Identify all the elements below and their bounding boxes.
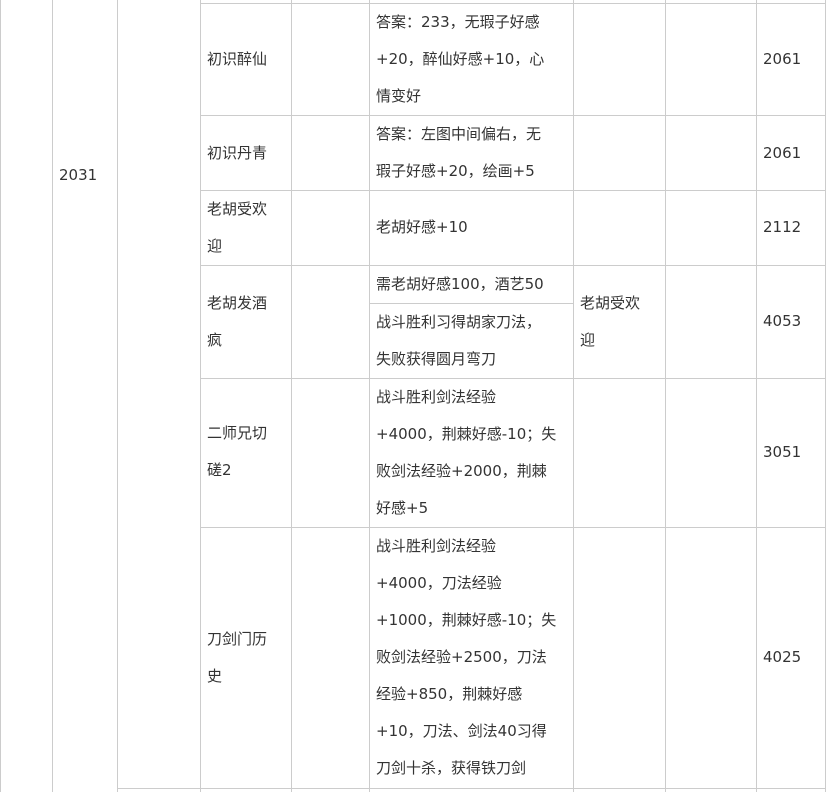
effect-line: +1000，荆棘好感-10；失 [376,611,557,629]
event-name-line: 初识醉仙 [207,50,268,68]
effect-line: +10，刀法、剑法40习得 [376,722,547,740]
row-divider [200,378,826,379]
effect-line: 好感+5 [376,499,429,517]
column-divider [117,0,118,792]
column-divider [665,0,666,792]
column-divider [756,0,757,792]
event-name-line: 迎 [207,237,223,255]
event-id: 4053 [763,312,802,330]
event-name-line: 磋2 [207,461,232,479]
event-id: 2061 [763,144,802,162]
table-border-left [0,0,1,792]
effect-line: 败剑法经验+2500，刀法 [376,648,547,666]
effect-line: 战斗胜利剑法经验 [376,388,497,406]
event-name-line: 史 [207,667,223,685]
year-cell: 2031 [59,166,98,184]
column-divider [573,0,574,792]
column-divider [200,0,201,792]
next-event-line: 迎 [580,331,596,349]
effect-line: 情变好 [376,87,422,105]
event-name-line: 老胡发酒 [207,294,268,312]
effect-line: 答案：左图中间偏右，无 [376,125,542,143]
effect-line: 经验+850，荆棘好感 [376,685,523,703]
effect-line: 战斗胜利剑法经验 [376,537,497,555]
event-name-line: 疯 [207,331,223,349]
effect-line: 败剑法经验+2000，荆棘 [376,462,547,480]
event-name-line: 二师兄切 [207,424,268,442]
row-divider [117,788,826,789]
effect-line: 失败获得圆月弯刀 [376,350,497,368]
event-id: 3051 [763,443,802,461]
row-divider [200,190,826,191]
event-table: 2031 初识醉仙 答案：233，无瑕子好感 +20，醉仙好感+10，心 情变好… [0,0,826,792]
event-id: 2112 [763,218,802,236]
row-divider [200,527,826,528]
effect-line: +4000，荆棘好感-10；失 [376,425,557,443]
event-name-line: 刀剑门历 [207,630,268,648]
effect-line: +20，醉仙好感+10，心 [376,50,545,68]
effect-line: 老胡好感+10 [376,218,468,236]
event-id: 4025 [763,648,802,666]
requirement-line: 需老胡好感100，酒艺50 [376,275,544,293]
column-divider [291,0,292,792]
effect-line: 刀剑十杀，获得铁刀剑 [376,759,527,777]
effect-line: 瑕子好感+20，绘画+5 [376,162,535,180]
column-divider [369,0,370,792]
effect-line: +4000，刀法经验 [376,574,502,592]
effect-line: 战斗胜利习得胡家刀法， [376,313,542,331]
column-divider [52,0,53,792]
event-name-line: 老胡受欢 [207,200,268,218]
event-name-line: 初识丹青 [207,144,268,162]
event-id: 2061 [763,50,802,68]
next-event-line: 老胡受欢 [580,294,641,312]
effect-line: 答案：233，无瑕子好感 [376,13,540,31]
